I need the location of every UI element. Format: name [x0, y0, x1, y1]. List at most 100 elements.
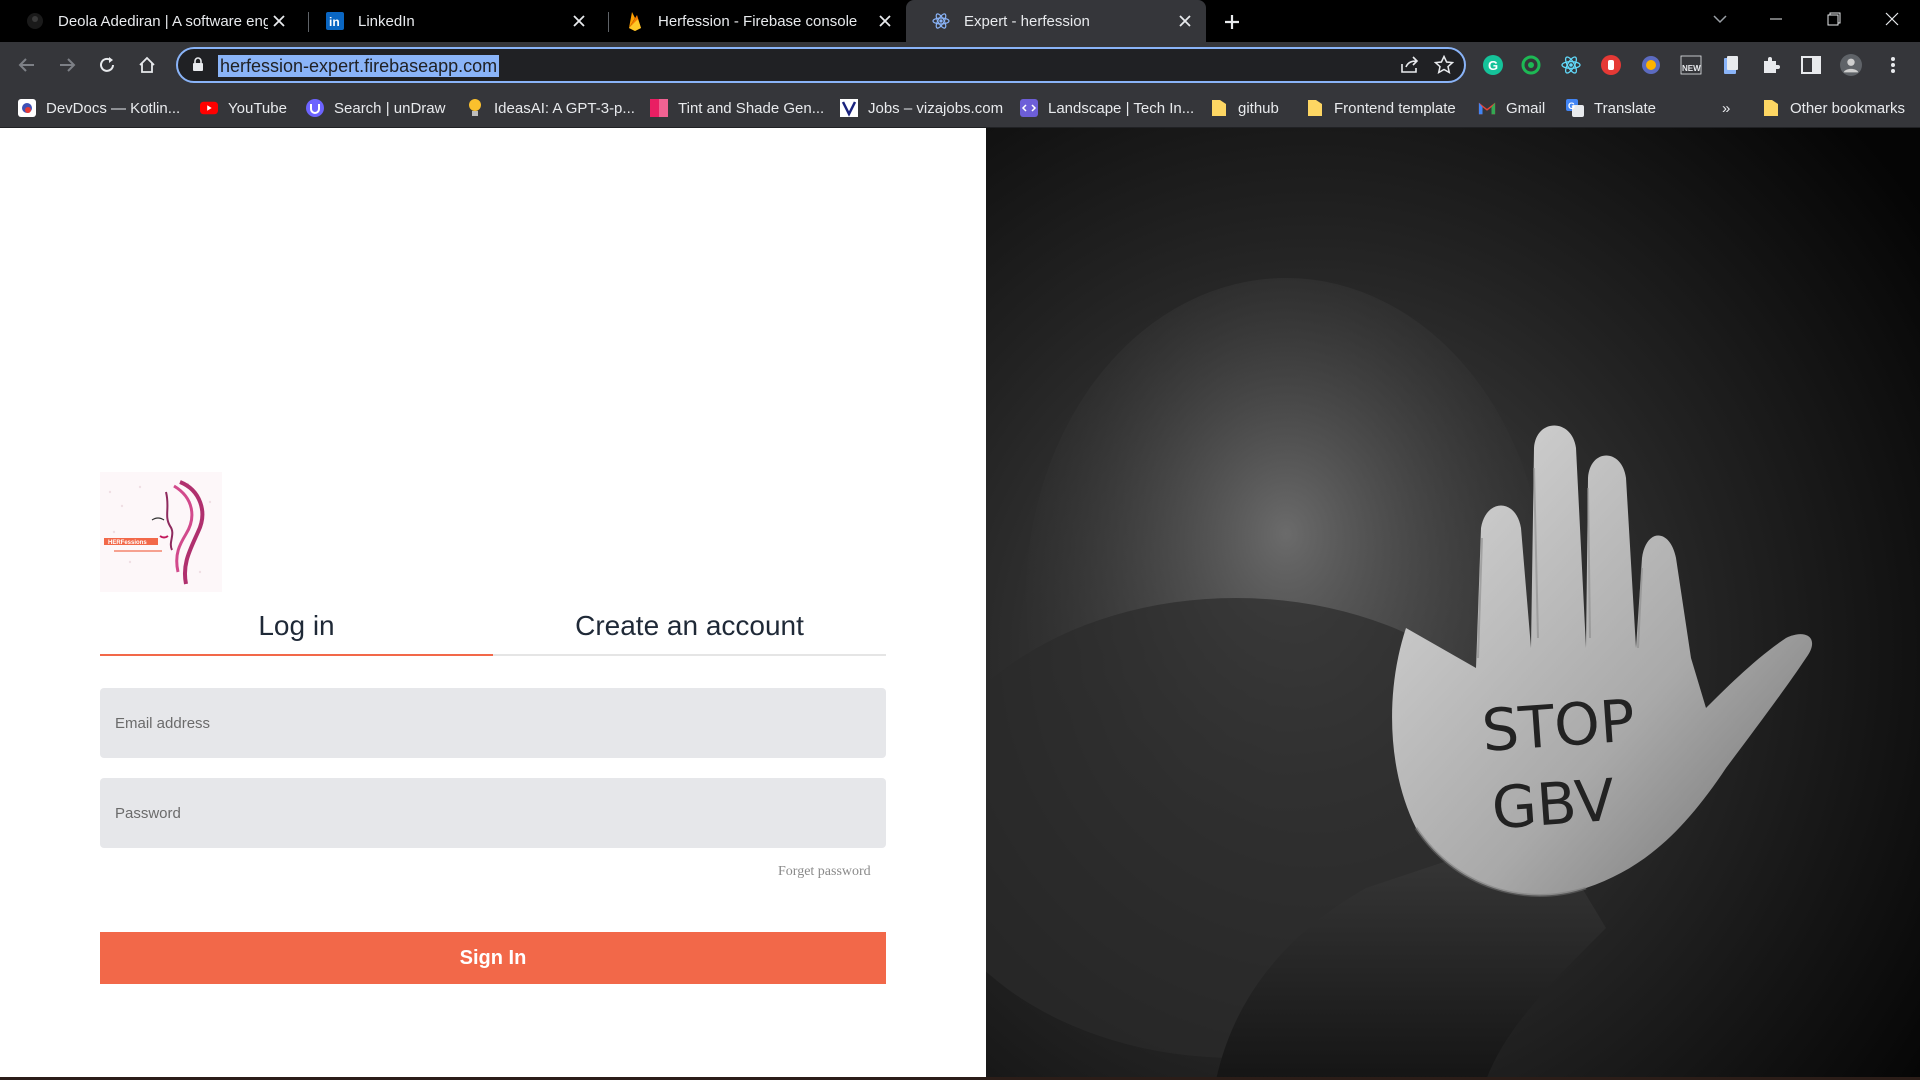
close-window-icon[interactable] — [1864, 0, 1920, 38]
shield-extension-icon[interactable] — [1640, 54, 1662, 76]
clipboard-extension-icon[interactable] — [1720, 54, 1742, 76]
auth-tabs: Log in Create an account — [100, 598, 886, 656]
hero-image-stop-gbv: STOP GBV — [986, 128, 1920, 1080]
tab-create-account[interactable]: Create an account — [493, 598, 886, 656]
extension-circle-icon[interactable] — [1520, 54, 1542, 76]
gmail-icon — [1478, 99, 1496, 117]
svg-text:G: G — [1488, 58, 1498, 73]
close-tab-icon[interactable] — [874, 10, 896, 32]
firebase-icon — [626, 12, 644, 31]
hand-extension-icon[interactable] — [1600, 54, 1622, 76]
bookmark-item[interactable]: Jobs – vizajobs.com — [840, 96, 1003, 120]
herfessions-logo: HERFessions — [100, 472, 222, 592]
lightbulb-icon — [466, 99, 484, 117]
bookmark-item[interactable]: Tint and Shade Gen... — [650, 96, 824, 120]
tab-title: LinkedIn — [358, 12, 415, 30]
folder-icon — [1762, 99, 1780, 117]
bookmark-item[interactable]: YouTube — [200, 96, 287, 120]
bookmark-label: Tint and Shade Gen... — [678, 99, 825, 117]
browser-tab[interactable]: Herfession - Firebase console — [600, 0, 906, 42]
folder-icon — [1306, 99, 1324, 117]
bookmark-item[interactable]: Landscape | Tech In... — [1020, 96, 1194, 120]
bookmark-label: YouTube — [228, 99, 287, 117]
back-arrow-icon[interactable] — [12, 50, 42, 80]
new-tab-button[interactable] — [1218, 8, 1246, 36]
tab-login[interactable]: Log in — [100, 598, 493, 656]
svg-text:GBV: GBV — [1490, 766, 1617, 842]
more-menu-icon[interactable] — [1882, 54, 1904, 76]
close-tab-icon[interactable] — [1174, 10, 1196, 32]
browser-tab[interactable]: Deola Adediran | A software engi — [0, 0, 300, 42]
home-icon[interactable] — [132, 50, 162, 80]
tab-title: Herfession - Firebase console — [658, 12, 858, 30]
close-tab-icon[interactable] — [268, 10, 290, 32]
bookmark-label: Search | unDraw — [334, 99, 446, 117]
auth-panel: HERFessions Log in Create an account For… — [0, 128, 986, 1080]
react-icon — [932, 12, 950, 30]
url-text[interactable]: herfession-expert.firebaseapp.com — [218, 55, 500, 77]
code-icon — [1020, 99, 1038, 117]
bookmark-item[interactable]: G Translate — [1566, 96, 1656, 120]
bookmark-label: DevDocs — Kotlin... — [46, 99, 181, 117]
svg-text:G: G — [1568, 101, 1575, 111]
side-panel-icon[interactable] — [1800, 54, 1822, 76]
tint-icon — [650, 99, 668, 117]
share-icon[interactable] — [1400, 56, 1420, 79]
react-devtools-icon[interactable] — [1560, 54, 1582, 76]
tab-title: Deola Adediran | A software engi — [58, 12, 268, 30]
bookmark-item[interactable]: IdeasAI: A GPT-3-p... — [466, 96, 635, 120]
email-field[interactable] — [100, 688, 886, 758]
youtube-icon — [200, 99, 218, 117]
translate-icon: G — [1566, 99, 1584, 117]
browser-toolbar: herfession-expert.firebaseapp.com G NEW — [0, 42, 1920, 88]
bookmark-item[interactable]: github — [1210, 96, 1279, 120]
bookmark-item[interactable]: Search | unDraw — [306, 96, 445, 120]
other-bookmarks-label: Other bookmarks — [1790, 99, 1906, 117]
forget-password-link[interactable]: Forget password — [778, 864, 871, 880]
close-tab-icon[interactable] — [568, 10, 590, 32]
address-bar[interactable]: herfession-expert.firebaseapp.com — [176, 47, 1466, 83]
more-bookmarks-button[interactable]: » — [1722, 96, 1730, 120]
grammarly-icon[interactable]: G — [1482, 54, 1504, 76]
svg-text:in: in — [329, 15, 340, 29]
password-field[interactable] — [100, 778, 886, 848]
forward-arrow-icon[interactable] — [52, 50, 82, 80]
devdocs-icon — [18, 99, 36, 117]
bookmark-label: Landscape | Tech In... — [1048, 99, 1195, 117]
restore-window-icon[interactable] — [1806, 0, 1862, 38]
new-extension-icon[interactable]: NEW — [1680, 54, 1702, 76]
web-page: HERFessions Log in Create an account For… — [0, 128, 1920, 1080]
bookmark-label: IdeasAI: A GPT-3-p... — [494, 99, 635, 117]
tab-search-icon[interactable] — [1692, 0, 1748, 38]
svg-text:STOP: STOP — [1480, 686, 1637, 764]
browser-tab[interactable]: in LinkedIn — [300, 0, 600, 42]
tab-title: Expert - herfession — [964, 12, 1090, 30]
bookmark-label: Jobs – vizajobs.com — [868, 99, 1004, 117]
bookmark-label: Frontend template — [1334, 99, 1456, 117]
bookmark-label: Gmail — [1506, 99, 1546, 117]
bookmarks-bar: DevDocs — Kotlin... YouTube Search | unD… — [0, 88, 1920, 128]
lock-icon[interactable] — [192, 57, 204, 76]
profile-avatar-icon[interactable] — [1840, 54, 1862, 76]
bookmark-item[interactable]: Frontend template — [1306, 96, 1456, 120]
browser-tab-active[interactable]: Expert - herfession — [906, 0, 1206, 42]
extensions-puzzle-icon[interactable] — [1760, 54, 1782, 76]
bookmark-star-icon[interactable] — [1433, 54, 1455, 80]
folder-icon — [1210, 99, 1228, 117]
bookmark-item[interactable]: DevDocs — Kotlin... — [18, 96, 180, 120]
minimize-window-icon[interactable] — [1748, 0, 1804, 38]
more-bookmarks-label: » — [1722, 99, 1731, 117]
browser-tab-strip: Deola Adediran | A software engi in Link… — [0, 0, 1920, 42]
reload-icon[interactable] — [92, 50, 122, 80]
bookmark-item[interactable]: Gmail — [1478, 96, 1545, 120]
svg-text:NEW: NEW — [1682, 64, 1701, 73]
svg-text:HERFessions: HERFessions — [108, 540, 147, 546]
profile-avatar-icon — [26, 12, 44, 30]
bookmark-label: github — [1238, 99, 1279, 117]
other-bookmarks-folder[interactable]: Other bookmarks — [1762, 96, 1905, 120]
bookmark-label: Translate — [1594, 99, 1656, 117]
linkedin-icon: in — [326, 12, 344, 30]
sign-in-button[interactable]: Sign In — [100, 932, 886, 984]
vizajobs-icon — [840, 99, 858, 117]
undraw-icon — [306, 99, 324, 117]
